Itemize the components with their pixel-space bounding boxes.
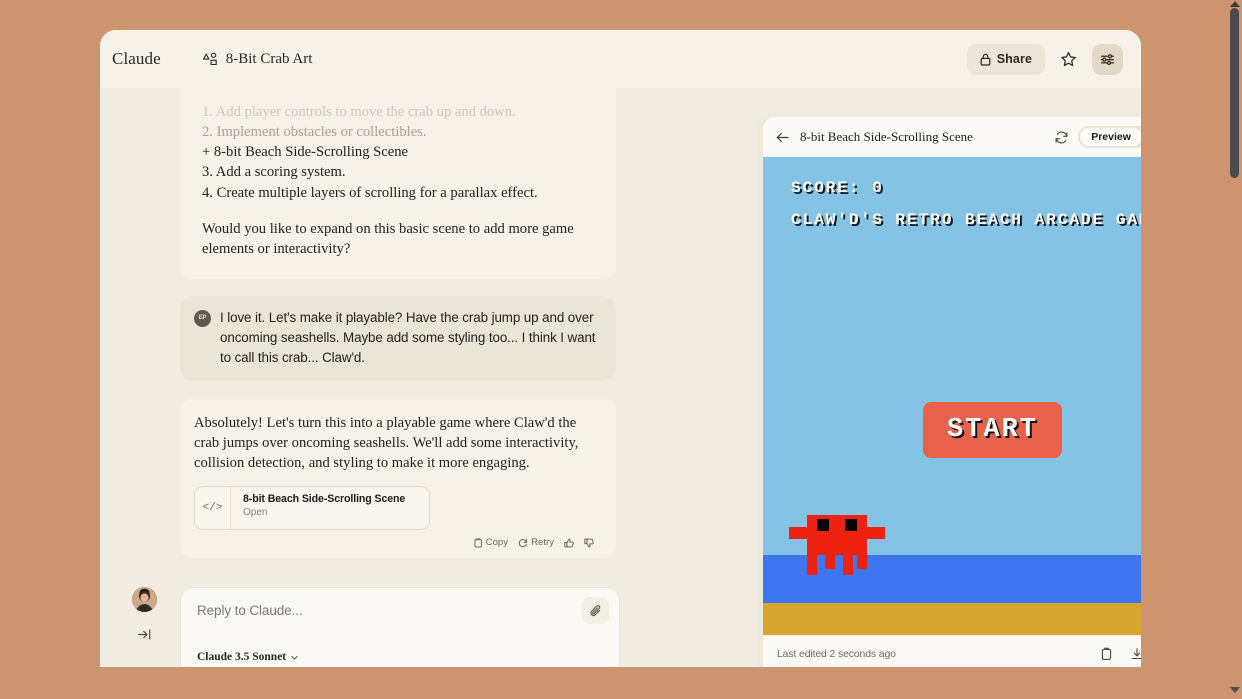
artifact-card[interactable]: </> 8-bit Beach Side-Scrolling Scene Ope… [194, 486, 430, 531]
brand-claude[interactable]: Claude [108, 49, 161, 69]
artifact-card-body: 8-bit Beach Side-Scrolling Scene Open [231, 487, 429, 529]
assistant-message: Absolutely! Let's turn this into a playa… [180, 398, 616, 559]
retry-label: Retry [531, 537, 554, 549]
paperclip-icon [589, 604, 603, 618]
assistant-list-item-2: 2. Implement obstacles or collectibles. [202, 124, 427, 141]
page-scrollbar[interactable] [1227, 0, 1242, 699]
model-selector-bar[interactable]: Claude 3.5 Sonnet [180, 647, 620, 667]
composer-input-box[interactable]: Reply to Claude... [180, 587, 620, 647]
message-actions: Copy Retry [194, 537, 596, 548]
star-icon[interactable] [1053, 44, 1084, 75]
code-icon: </> [195, 487, 231, 530]
thumbs-down-button[interactable] [584, 538, 594, 548]
assistant-closing-question: Would you like to expand on this basic s… [202, 220, 574, 257]
game-title: CLAW'D'S RETRO BEACH ARCADE GAME [791, 211, 1141, 229]
artifact-card-title: 8-bit Beach Side-Scrolling Scene [243, 493, 406, 506]
claude-starburst-icon [182, 569, 206, 571]
scrollbar-thumb[interactable] [1230, 8, 1239, 178]
share-label: Share [996, 52, 1032, 66]
download-icon[interactable] [1125, 642, 1141, 666]
chevron-down-icon [290, 653, 299, 662]
retry-button[interactable]: Retry [518, 537, 554, 548]
lock-icon [980, 53, 991, 66]
clipboard-icon[interactable] [1095, 642, 1119, 666]
tab-preview[interactable]: Preview [1080, 128, 1141, 146]
artifact-footer-actions: Publish [1095, 642, 1141, 666]
copy-label: Copy [485, 537, 509, 549]
top-bar-actions: Share [966, 43, 1123, 75]
left-rail [100, 587, 180, 667]
start-button[interactable]: START [923, 402, 1062, 458]
user-message-row: EP I love it. Let's make it playable? Ha… [180, 295, 616, 381]
arrow-left-icon[interactable] [775, 130, 790, 145]
project-breadcrumb[interactable]: 8-Bit Crab Art [202, 50, 313, 68]
artifact-panel: 8-bit Beach Side-Scrolling Scene Preview… [763, 117, 1141, 667]
refresh-icon[interactable] [1054, 130, 1069, 145]
attach-button[interactable] [582, 597, 609, 624]
avatar[interactable] [132, 587, 157, 612]
share-button[interactable]: Share [966, 43, 1045, 75]
avatar: EP [194, 309, 211, 327]
chat-column: 1. Add player controls to move the crab … [100, 88, 728, 667]
artifact-panel-footer: Last edited 2 seconds ago Publish [763, 635, 1141, 667]
copy-button[interactable]: Copy [474, 537, 508, 548]
composer: Reply to Claude... Claude 3.5 Sonnet [180, 587, 620, 667]
expand-sidebar-icon[interactable] [137, 627, 152, 642]
top-bar: Claude 8-Bit Crab Art Share [100, 30, 1141, 88]
chat-scroll-area[interactable]: 1. Add player controls to move the crab … [100, 88, 728, 571]
assistant-message-previous: 1. Add player controls to move the crab … [180, 88, 616, 279]
crab-sprite [789, 515, 885, 575]
copy-icon [474, 538, 483, 548]
artifact-card-subtitle: Open [243, 507, 268, 519]
assistant-message-text: Absolutely! Let's turn this into a playa… [194, 414, 579, 472]
group-people-icon [202, 51, 219, 68]
thumbs-down-icon [584, 538, 594, 548]
sliders-icon[interactable] [1092, 43, 1123, 75]
app-window: Claude 8-Bit Crab Art Share 1. Add playe… [100, 30, 1141, 667]
scrollbar-arrow-down-icon[interactable] [1230, 687, 1240, 693]
user-message-text: I love it. Let's make it playable? Have … [220, 309, 596, 365]
retry-icon [518, 538, 528, 548]
reply-input[interactable]: Reply to Claude... [197, 603, 603, 618]
artifact-panel-actions: Preview Code [1054, 126, 1141, 148]
assistant-list-item-4: 3. Add a scoring system. [202, 164, 346, 181]
assistant-list-item-1: 1. Add player controls to move the crab … [202, 104, 516, 120]
project-title: 8-Bit Crab Art [225, 50, 313, 67]
scrollbar-arrow-up-icon[interactable] [1230, 1, 1240, 7]
user-message: EP I love it. Let's make it playable? Ha… [180, 295, 616, 381]
last-edited-text: Last edited 2 seconds ago [777, 648, 896, 660]
artifact-panel-header: 8-bit Beach Side-Scrolling Scene Preview… [763, 117, 1141, 157]
score-display: SCORE: 0 [791, 179, 884, 197]
artifact-panel-title: 8-bit Beach Side-Scrolling Scene [800, 129, 973, 144]
thumbs-up-button[interactable] [564, 538, 574, 548]
thumbs-up-icon [564, 538, 574, 548]
sand-band [763, 603, 1141, 635]
model-name[interactable]: Claude 3.5 Sonnet [197, 651, 286, 663]
assistant-list-item-5: 4. Create multiple layers of scrolling f… [202, 184, 538, 201]
start-button-label: START [946, 415, 1038, 445]
game-stage[interactable]: SCORE: 0 CLAW'D'S RETRO BEACH ARCADE GAM… [763, 157, 1141, 635]
conversation-footer: Claude can make mistakes. Please double-… [180, 565, 616, 571]
assistant-list-item-3: + 8-bit Beach Side-Scrolling Scene [202, 144, 409, 161]
preview-code-toggle: Preview Code [1078, 126, 1141, 148]
